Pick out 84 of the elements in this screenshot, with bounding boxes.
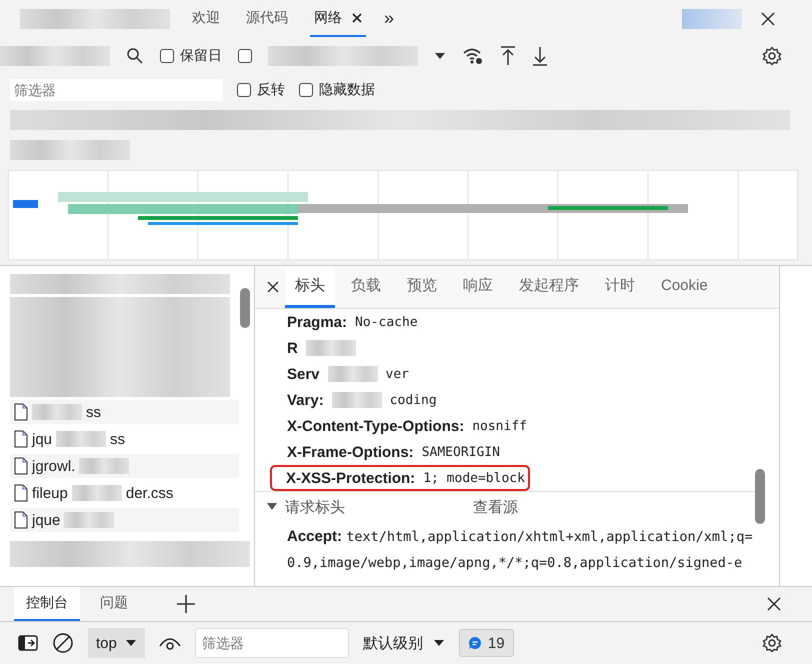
- header-text: Accept: text/html,application/xhtml+xml,application/xml;q=0.9,image/webp,image/apng,*/*;q=0.8,application/signed-e: [287, 527, 754, 573]
- drawer-tab[interactable]: 控制台: [14, 587, 80, 621]
- message-icon: [468, 636, 482, 650]
- file-icon: [14, 484, 28, 502]
- header-name: X-Content-Type-Options:: [287, 418, 464, 434]
- close-icon[interactable]: [352, 12, 362, 22]
- caret-icon: [124, 639, 137, 647]
- request-row[interactable]: ss: [10, 400, 239, 424]
- add-icon[interactable]: [176, 594, 196, 614]
- download-icon[interactable]: [532, 46, 548, 66]
- sidebar-toggle-icon[interactable]: [18, 635, 38, 651]
- header-name: Pragma:: [287, 314, 348, 330]
- file-icon: [14, 511, 28, 529]
- checkbox[interactable]: 保留日: [160, 47, 222, 65]
- caret-icon: [432, 639, 445, 647]
- header-value: 1; mode=block: [423, 470, 525, 486]
- header-name: Serv: [287, 366, 320, 382]
- eye-icon[interactable]: [158, 636, 181, 650]
- request-row[interactable]: fileup der.css: [10, 481, 239, 505]
- file-name: fileup: [32, 484, 68, 502]
- upload-icon[interactable]: [500, 46, 516, 66]
- context-dropdown[interactable]: top: [88, 628, 145, 658]
- caret-icon[interactable]: [434, 52, 446, 60]
- clear-icon[interactable]: [52, 632, 74, 654]
- wifi-gear-icon[interactable]: [462, 47, 484, 65]
- header-value: SAMEORIGIN: [422, 444, 500, 460]
- drawer-tab[interactable]: 问题: [88, 587, 140, 621]
- issues-button[interactable]: 19: [458, 629, 514, 657]
- header-name: X-Frame-Options:: [287, 444, 414, 460]
- file-name: jqu: [32, 430, 52, 448]
- filter-field[interactable]: 筛选器: [10, 79, 223, 101]
- blurred-area: [32, 404, 82, 420]
- blurred-area: [682, 8, 742, 28]
- panel-tab[interactable]: 网络: [310, 0, 366, 37]
- settings-icon[interactable]: [762, 633, 782, 653]
- search-icon[interactable]: [126, 47, 144, 65]
- filter-checkbox[interactable]: 隐藏数据: [299, 81, 375, 99]
- details-tab[interactable]: 计时: [595, 266, 645, 308]
- file-name: der.css: [126, 484, 174, 502]
- header-name: R: [287, 340, 298, 356]
- blurred-area: [328, 366, 378, 382]
- details-tab[interactable]: 标头: [285, 266, 335, 308]
- file-name: jgrowl.: [32, 458, 76, 474]
- section-header[interactable]: 请求标头 查看源: [255, 491, 755, 522]
- blurred-area: [306, 340, 356, 356]
- header-name: X-XSS-Protection:: [286, 470, 416, 486]
- panel-tab[interactable]: 欢迎: [188, 0, 224, 37]
- header-value: ver: [386, 366, 410, 382]
- checkbox[interactable]: [238, 49, 252, 63]
- close-icon[interactable]: [267, 281, 279, 293]
- header-value: coding: [390, 392, 437, 408]
- details-tab[interactable]: 预览: [397, 266, 447, 308]
- blurred-area: [332, 392, 382, 408]
- close-icon[interactable]: [760, 10, 776, 26]
- header-name: Vary:: [287, 392, 324, 408]
- file-name: jque: [32, 512, 60, 528]
- request-row[interactable]: jque: [10, 508, 239, 532]
- header-value: No-cache: [355, 314, 418, 330]
- log-level-dropdown[interactable]: 默认级别: [362, 634, 445, 652]
- blurred-area: [56, 431, 106, 447]
- close-icon[interactable]: [766, 596, 782, 612]
- settings-icon[interactable]: [762, 46, 782, 66]
- blurred-area: [64, 512, 114, 528]
- request-row[interactable]: jqu ss: [10, 427, 239, 451]
- console-filter-field[interactable]: 筛选器: [194, 628, 349, 658]
- filter-checkbox[interactable]: 反转: [237, 81, 285, 99]
- panel-tab[interactable]: 源代码: [242, 0, 292, 37]
- more-tabs-button[interactable]: »: [384, 8, 394, 29]
- details-tab[interactable]: 响应: [453, 266, 503, 308]
- blurred-area: [72, 485, 122, 501]
- file-icon: [14, 430, 28, 448]
- blurred-area: [79, 458, 130, 474]
- file-icon: [14, 457, 28, 475]
- details-tab[interactable]: 发起程序: [509, 266, 589, 308]
- details-tab[interactable]: Cookie: [651, 266, 718, 308]
- caret-icon[interactable]: [267, 503, 277, 511]
- file-name: ss: [110, 430, 126, 448]
- request-row[interactable]: jgrowl.: [10, 454, 239, 478]
- details-tab[interactable]: 负载: [341, 266, 391, 308]
- section-title: 请求标头: [285, 498, 346, 516]
- file-name: ss: [86, 404, 101, 420]
- view-source-link[interactable]: 查看源: [473, 498, 518, 516]
- file-icon: [14, 403, 28, 421]
- header-value: nosniff: [472, 418, 527, 434]
